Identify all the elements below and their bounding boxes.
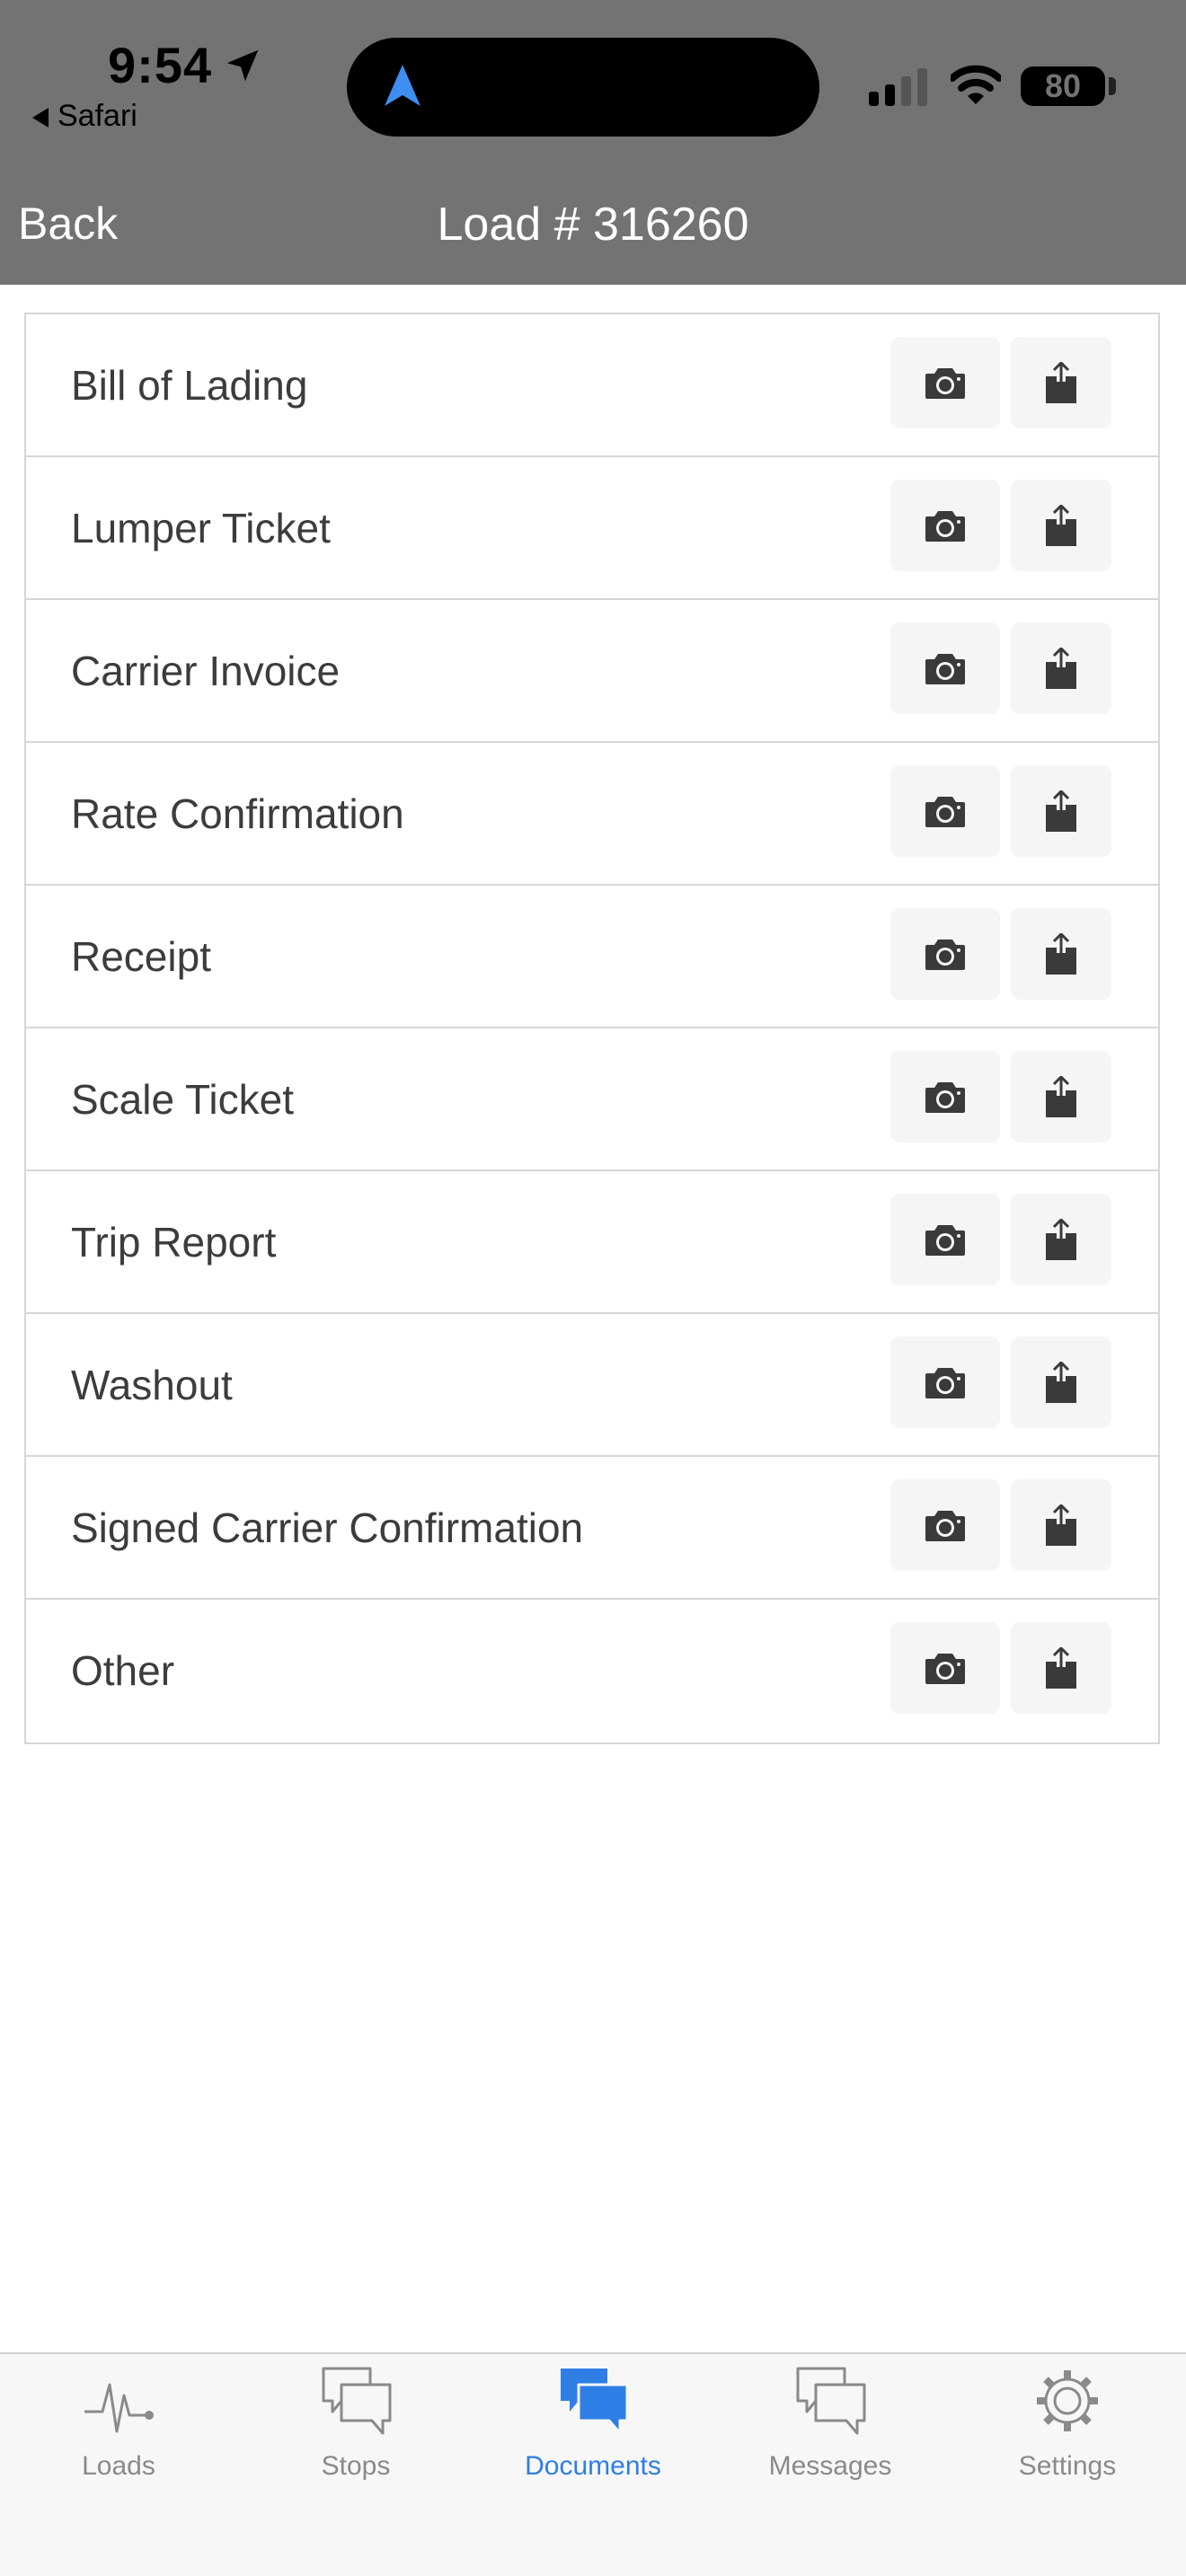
upload-icon [1046, 790, 1076, 832]
camera-icon [925, 654, 965, 684]
camera-button[interactable] [890, 1622, 1000, 1714]
loads-pulse-icon [84, 2383, 154, 2433]
upload-button[interactable] [1011, 1194, 1111, 1285]
battery-indicator: 80 [1021, 66, 1105, 106]
tab-bar: Loads Stops Documents Messages Settings [0, 2352, 1186, 2576]
document-row-other: Other [26, 1600, 1158, 1742]
tab-loads[interactable]: Loads [0, 2354, 237, 2534]
upload-button[interactable] [1011, 480, 1111, 571]
dynamic-island [347, 38, 819, 137]
document-row-scale-ticket: Scale Ticket [26, 1028, 1158, 1171]
document-label: Trip Report [71, 1219, 277, 1266]
camera-button[interactable] [890, 622, 1000, 714]
upload-icon [1046, 1219, 1076, 1260]
document-label: Receipt [71, 933, 211, 980]
camera-button[interactable] [890, 1337, 1000, 1428]
tab-label: Settings [1018, 2451, 1117, 2481]
stops-chat-icon [322, 2367, 392, 2435]
documents-chat-icon [561, 2369, 629, 2435]
cellular-signal-icon [869, 68, 927, 106]
settings-gear-icon [1037, 2370, 1098, 2431]
back-triangle-icon [32, 108, 49, 128]
tab-settings[interactable]: Settings [949, 2354, 1186, 2534]
document-label: Scale Ticket [71, 1076, 294, 1123]
tab-label: Stops [321, 2451, 391, 2481]
tab-documents[interactable]: Documents [474, 2354, 712, 2534]
camera-button[interactable] [890, 337, 1000, 428]
upload-icon [1046, 505, 1076, 546]
document-row-carrier-invoice: Carrier Invoice [26, 600, 1158, 743]
camera-icon [925, 1225, 965, 1256]
upload-icon [1046, 648, 1076, 689]
document-label: Signed Carrier Confirmation [71, 1504, 584, 1551]
camera-icon [925, 1511, 965, 1541]
document-label: Rate Confirmation [71, 790, 404, 837]
camera-icon [925, 1368, 965, 1398]
camera-button[interactable] [890, 765, 1000, 857]
document-row-signed-carrier-confirmation: Signed Carrier Confirmation [26, 1457, 1158, 1600]
upload-icon [1046, 1076, 1076, 1117]
document-row-receipt: Receipt [26, 886, 1158, 1028]
back-to-app-link[interactable]: Safari [32, 99, 137, 134]
camera-button[interactable] [890, 1479, 1000, 1571]
tab-stops[interactable]: Stops [237, 2354, 474, 2534]
document-list: Bill of Lading Lumper Ticket Carrier Inv… [24, 313, 1160, 1744]
document-label: Bill of Lading [71, 362, 308, 409]
upload-icon [1046, 1647, 1076, 1689]
camera-icon [925, 1082, 965, 1113]
location-arrow-icon [226, 49, 259, 82]
camera-icon [925, 511, 965, 542]
upload-button[interactable] [1011, 1479, 1111, 1571]
document-label: Washout [71, 1362, 233, 1408]
status-time: 9:54 [108, 37, 213, 93]
document-row-trip-report: Trip Report [26, 1171, 1158, 1314]
upload-icon [1046, 933, 1076, 975]
camera-icon [925, 368, 965, 399]
document-row-washout: Washout [26, 1314, 1158, 1457]
wifi-icon [951, 65, 1001, 104]
document-row-bill-of-lading: Bill of Lading [26, 314, 1158, 457]
page-title: Load # 316260 [437, 198, 749, 251]
upload-button[interactable] [1011, 908, 1111, 1000]
upload-button[interactable] [1011, 765, 1111, 857]
camera-button[interactable] [890, 1194, 1000, 1285]
upload-icon [1046, 1362, 1076, 1403]
tab-messages[interactable]: Messages [712, 2354, 949, 2534]
document-row-rate-confirmation: Rate Confirmation [26, 743, 1158, 886]
app-header: 9:54 Safari 80 Load # 316260 Back [0, 0, 1186, 285]
camera-icon [925, 940, 965, 970]
messages-chat-icon [796, 2367, 866, 2435]
upload-button[interactable] [1011, 1051, 1111, 1142]
tab-label: Loads [82, 2451, 155, 2481]
navigation-arrow-icon [385, 65, 420, 106]
upload-button[interactable] [1011, 1337, 1111, 1428]
document-row-lumper-ticket: Lumper Ticket [26, 457, 1158, 600]
camera-button[interactable] [890, 480, 1000, 571]
upload-button[interactable] [1011, 1622, 1111, 1714]
upload-icon [1046, 362, 1076, 403]
back-button[interactable]: Back [18, 198, 118, 250]
document-label: Other [71, 1647, 175, 1694]
battery-tip [1109, 77, 1116, 95]
document-label: Carrier Invoice [71, 648, 341, 694]
tab-label: Messages [768, 2451, 892, 2481]
upload-icon [1046, 1504, 1076, 1546]
camera-icon [925, 1654, 965, 1684]
camera-icon [925, 797, 965, 827]
upload-button[interactable] [1011, 337, 1111, 428]
camera-button[interactable] [890, 1051, 1000, 1142]
upload-button[interactable] [1011, 622, 1111, 714]
camera-button[interactable] [890, 908, 1000, 1000]
back-app-label: Safari [58, 99, 137, 133]
tab-label: Documents [525, 2451, 661, 2481]
document-label: Lumper Ticket [71, 505, 331, 551]
